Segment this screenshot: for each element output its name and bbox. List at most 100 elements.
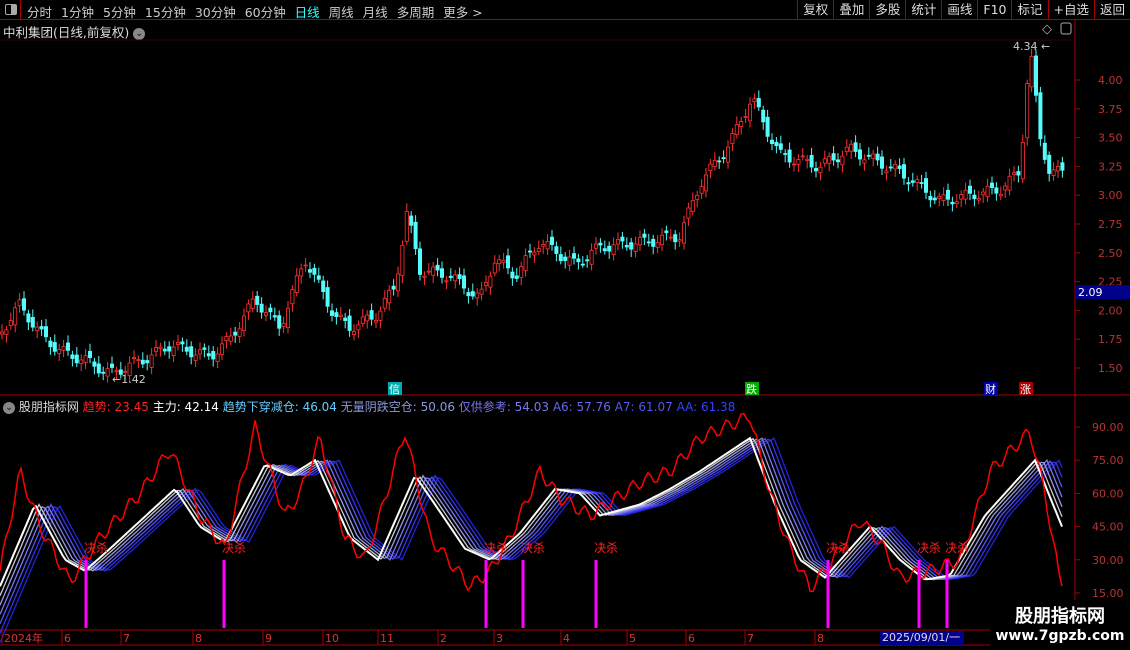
candlestick [272, 315, 277, 318]
current-price-label: 2.09 [1078, 286, 1103, 299]
time-label: 11 [380, 632, 394, 645]
candlestick [985, 185, 990, 197]
candlestick [805, 158, 810, 161]
candlestick [704, 174, 709, 192]
candlestick [514, 275, 519, 279]
candlestick [259, 303, 264, 313]
candlestick [853, 142, 858, 152]
candlestick [162, 348, 167, 352]
candlestick [211, 351, 216, 360]
event-tag: 财 [985, 382, 996, 396]
candlestick [941, 194, 946, 201]
candlestick [197, 349, 202, 355]
candlestick [1012, 172, 1017, 175]
time-label: 2024年 [4, 631, 43, 645]
price-tick-label: 1.75 [1098, 333, 1123, 346]
time-label: 9 [265, 632, 272, 645]
candlestick [215, 353, 220, 363]
candlestick [1042, 142, 1047, 160]
candlestick [932, 197, 937, 201]
candlestick [572, 253, 577, 259]
candlestick [682, 222, 687, 244]
candlestick [1025, 83, 1030, 139]
candlestick [17, 299, 22, 307]
candlestick [453, 274, 458, 282]
candlestick [981, 191, 986, 196]
candlestick [814, 168, 819, 172]
candlestick [35, 326, 40, 331]
price-tick-label: 4.00 [1098, 74, 1123, 87]
candlestick [505, 255, 510, 269]
candlestick [158, 346, 163, 349]
time-label: 6 [688, 632, 695, 645]
candlestick [950, 201, 955, 205]
candlestick [580, 263, 585, 266]
candlestick [131, 357, 136, 360]
time-label: 3 [496, 632, 503, 645]
candlestick [338, 314, 343, 317]
candlestick [717, 160, 722, 163]
candlestick [998, 194, 1003, 197]
candlestick [422, 275, 427, 278]
candlestick [435, 264, 440, 271]
candlestick [994, 187, 999, 194]
candlestick [743, 116, 748, 118]
candlestick [567, 256, 572, 266]
candlestick [303, 264, 308, 267]
candlestick [532, 251, 537, 256]
time-label: 4 [563, 632, 570, 645]
chevron-down-icon[interactable]: ⌄ [3, 401, 15, 414]
chart-canvas[interactable]: 4.003.753.503.253.002.752.502.252.001.75… [0, 0, 1130, 650]
ind-tick-label: 75.00 [1092, 454, 1124, 467]
candlestick [523, 255, 528, 271]
candlestick [594, 243, 599, 249]
candlestick [748, 103, 753, 122]
candlestick [1047, 154, 1052, 174]
candlestick [281, 323, 286, 327]
ma-band-line [0, 437, 1063, 625]
candlestick [642, 233, 647, 238]
indicator-value: 主力: 42.14 [152, 400, 223, 414]
time-label: 8 [195, 632, 202, 645]
candlestick [1038, 92, 1043, 140]
candlestick [202, 347, 207, 350]
price-tick-label: 1.50 [1098, 362, 1123, 375]
candlestick [1056, 166, 1061, 172]
candlestick [360, 316, 365, 324]
candlestick [347, 315, 352, 331]
candlestick [972, 194, 977, 200]
candlestick [734, 124, 739, 135]
candlestick [88, 350, 93, 358]
candlestick [13, 307, 18, 326]
candlestick [334, 312, 339, 318]
candlestick [510, 271, 515, 279]
candlestick [673, 234, 678, 243]
candlestick [228, 335, 233, 342]
candlestick [990, 182, 995, 188]
candlestick [255, 295, 260, 305]
signal-label: 决杀 [945, 540, 969, 555]
candlestick [1060, 162, 1065, 171]
candlestick [70, 354, 75, 359]
candlestick [1029, 56, 1034, 88]
candlestick [844, 146, 849, 153]
candlestick [294, 275, 299, 293]
candlestick [391, 285, 396, 290]
candlestick [976, 198, 981, 201]
candlestick [79, 359, 84, 364]
signal-label: 决杀 [84, 540, 108, 555]
candlestick [404, 211, 409, 242]
time-label: 7 [123, 632, 130, 645]
candlestick [351, 331, 356, 335]
candlestick [695, 194, 700, 200]
candlestick [369, 310, 374, 320]
candlestick [686, 207, 691, 219]
candlestick [629, 242, 634, 250]
candlestick [48, 340, 53, 348]
candlestick [752, 98, 757, 102]
candlestick [765, 116, 770, 137]
candlestick [448, 275, 453, 278]
candlestick [492, 262, 497, 274]
price-tick-label: 2.75 [1098, 218, 1123, 231]
candlestick [822, 158, 827, 164]
